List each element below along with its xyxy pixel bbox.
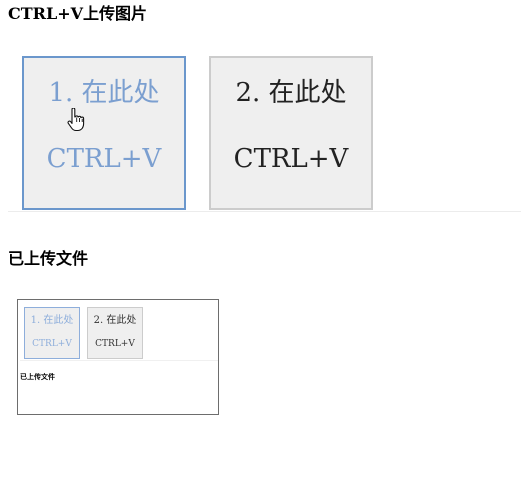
section-divider — [8, 211, 521, 212]
thumbnail-paste-area-1-label: 1. 在此处 — [30, 315, 74, 326]
thumbnail-paste-area-2-label: 2. 在此处 — [93, 315, 137, 326]
thumbnail-paste-area-2: 2. 在此处 CTRL+V — [87, 307, 143, 359]
uploaded-files-title: 已上传文件 — [8, 249, 89, 268]
paste-area-1-shortcut: CTRL+V — [46, 144, 162, 174]
paste-area-2-shortcut: CTRL+V — [233, 144, 349, 174]
paste-area-1[interactable]: 1. 在此处 CTRL+V — [22, 56, 186, 210]
thumbnail-paste-area-2-shortcut: CTRL+V — [95, 339, 135, 349]
hand-pointer-icon — [67, 108, 85, 132]
thumbnail-paste-area-1: 1. 在此处 CTRL+V — [24, 307, 80, 359]
paste-area-2-label: 2. 在此处 — [235, 78, 347, 108]
paste-area-2[interactable]: 2. 在此处 CTRL+V — [209, 56, 373, 210]
thumbnail-divider — [20, 360, 218, 361]
thumbnail-uploaded-title: 已上传文件 — [20, 372, 55, 381]
paste-area-1-label: 1. 在此处 — [48, 78, 160, 108]
upload-title: CTRL+V上传图片 — [8, 4, 148, 23]
uploaded-image-thumbnail[interactable]: 1. 在此处 CTRL+V 2. 在此处 CTRL+V 已上传文件 — [17, 299, 219, 415]
thumbnail-paste-area-1-shortcut: CTRL+V — [32, 339, 72, 349]
